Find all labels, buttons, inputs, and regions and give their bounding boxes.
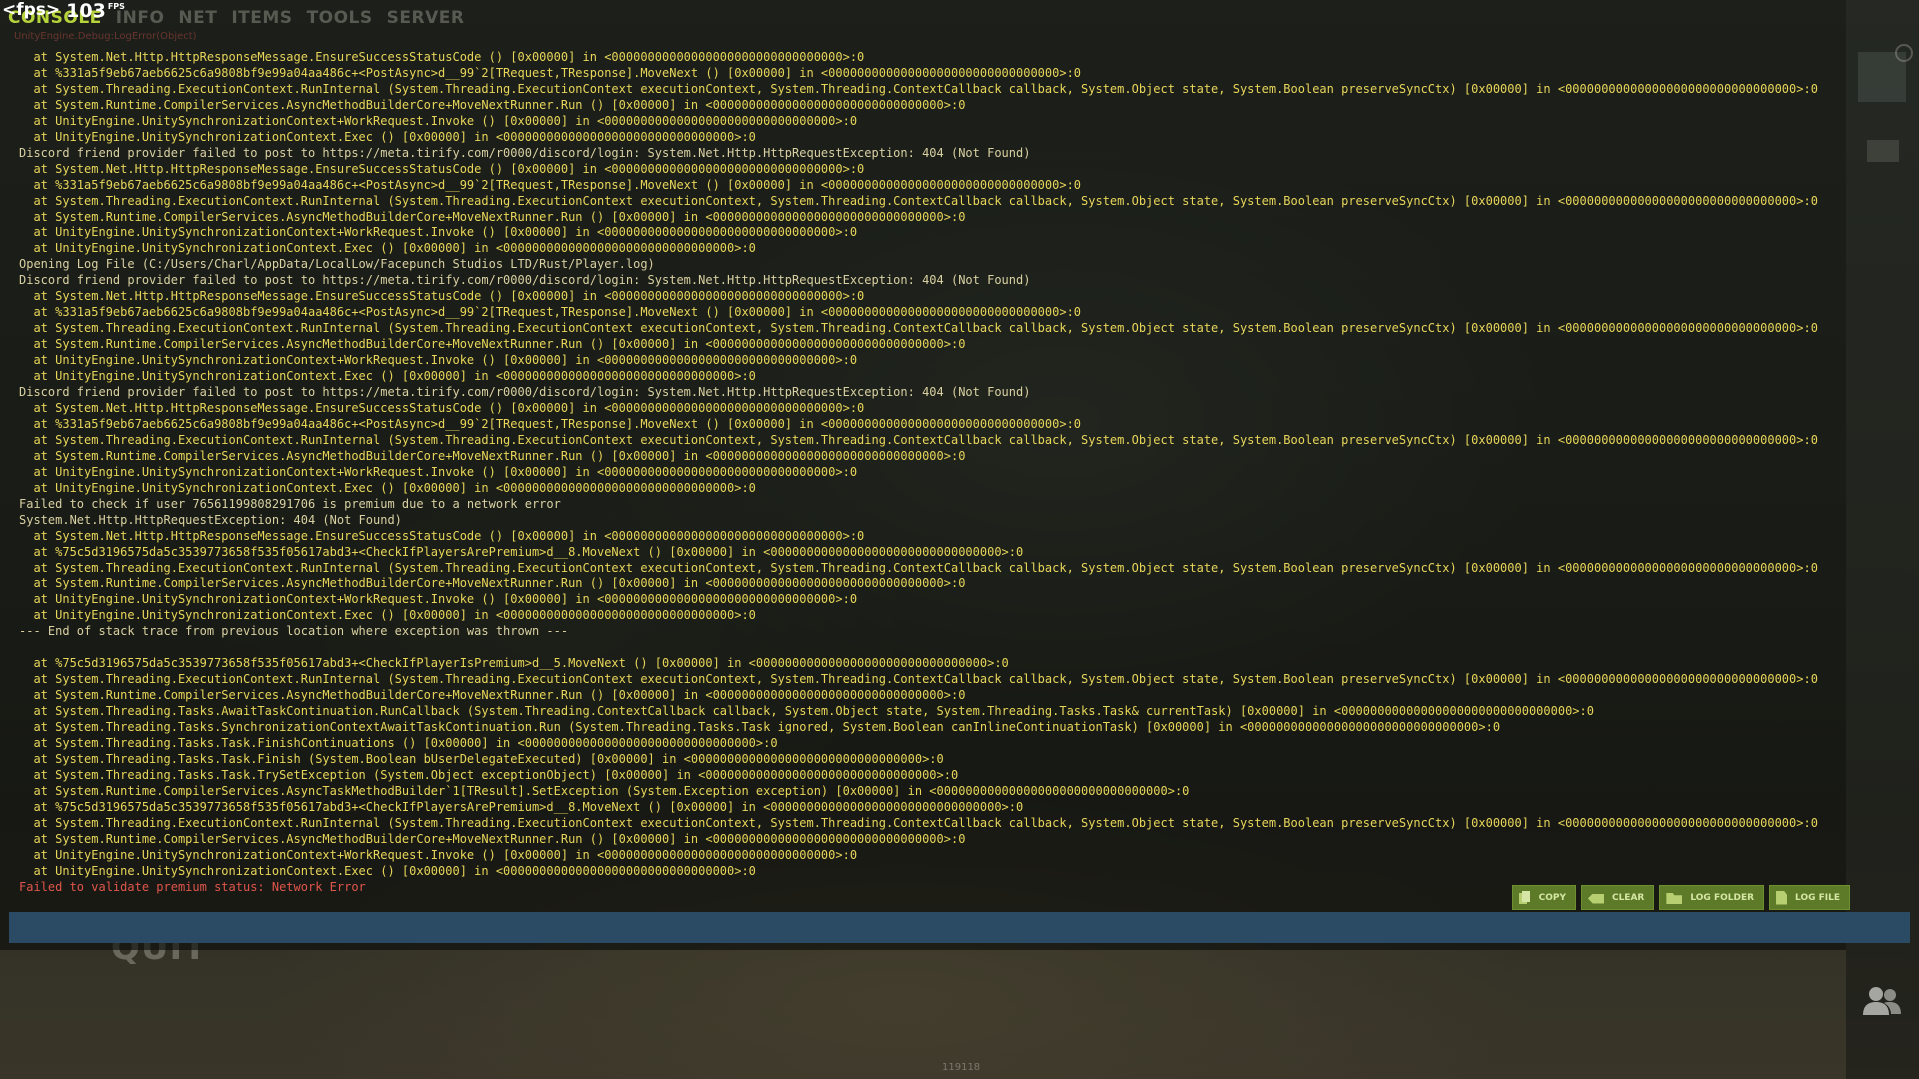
console-input-bar xyxy=(9,912,1910,943)
log-line: at System.Threading.ExecutionContext.Run… xyxy=(19,815,1818,830)
tab-net[interactable]: NET xyxy=(178,8,217,28)
log-line: at %331a5f9eb67aeb6625c6a9808bf9e99a04aa… xyxy=(19,416,1082,431)
log-line: at System.Threading.ExecutionContext.Run… xyxy=(19,193,1818,208)
mail-icon[interactable] xyxy=(1867,140,1899,162)
log-line: at UnityEngine.UnitySynchronizationConte… xyxy=(19,241,756,256)
log-line: Opening Log File (C:/Users/Charl/AppData… xyxy=(19,257,655,272)
ghost-line: UnityEngine.Debug:LogError(Object) xyxy=(14,31,197,42)
console-toolbar: COPY CLEAR LOG FOLDER LOG FILE xyxy=(1511,885,1850,910)
tab-items[interactable]: ITEMS xyxy=(231,8,292,28)
log-line: at System.Runtime.CompilerServices.Async… xyxy=(19,97,966,112)
log-line: at %75c5d3196575da5c3539773658f535f05617… xyxy=(19,544,1024,559)
log-line: at System.Threading.ExecutionContext.Run… xyxy=(19,560,1818,575)
settings-icon[interactable] xyxy=(1895,44,1913,62)
log-line: Discord friend provider failed to post t… xyxy=(19,145,1031,160)
log-line: at System.Runtime.CompilerServices.Async… xyxy=(19,688,966,703)
friends-icon[interactable] xyxy=(1862,985,1902,1017)
file-icon xyxy=(1776,890,1788,905)
log-line: at System.Threading.ExecutionContext.Run… xyxy=(19,432,1818,447)
log-line: at %75c5d3196575da5c3539773658f535f05617… xyxy=(19,799,1024,814)
log-line: at System.Net.Http.HttpResponseMessage.E… xyxy=(19,50,865,64)
log-line: at %75c5d3196575da5c3539773658f535f05617… xyxy=(19,656,1009,671)
log-line: at UnityEngine.UnitySynchronizationConte… xyxy=(19,847,858,862)
log-line: at UnityEngine.UnitySynchronizationConte… xyxy=(19,113,858,128)
copy-button-label: COPY xyxy=(1538,892,1566,903)
copy-icon xyxy=(1518,890,1531,905)
log-line: at UnityEngine.UnitySynchronizationConte… xyxy=(19,592,858,607)
log-line: at System.Threading.Tasks.Task.FinishCon… xyxy=(19,735,778,750)
log-line: at %331a5f9eb67aeb6625c6a9808bf9e99a04aa… xyxy=(19,305,1082,320)
log-line: at UnityEngine.UnitySynchronizationConte… xyxy=(19,129,756,144)
log-line: Failed to check if user 7656119980829170… xyxy=(19,496,561,511)
log-file-button-label: LOG FILE xyxy=(1795,892,1840,903)
log-folder-button-label: LOG FOLDER xyxy=(1690,892,1755,903)
log-line: --- End of stack trace from previous loc… xyxy=(19,624,569,639)
folder-icon xyxy=(1666,893,1683,904)
log-line: at UnityEngine.UnitySynchronizationConte… xyxy=(19,225,858,240)
log-line: at UnityEngine.UnitySynchronizationConte… xyxy=(19,353,858,368)
log-line: at System.Net.Http.HttpResponseMessage.E… xyxy=(19,528,865,543)
clear-icon xyxy=(1587,893,1604,904)
log-line: at System.Runtime.CompilerServices.Async… xyxy=(19,831,966,846)
console-input[interactable] xyxy=(9,912,1910,943)
log-line: at System.Threading.Tasks.Synchronizatio… xyxy=(19,720,1501,735)
console-log[interactable]: at System.Net.Http.HttpResponseMessage.E… xyxy=(19,50,1839,896)
log-file-button[interactable]: LOG FILE xyxy=(1769,885,1850,910)
log-line: Discord friend provider failed to post t… xyxy=(19,273,1031,288)
log-line: at System.Net.Http.HttpResponseMessage.E… xyxy=(19,289,865,304)
log-line: at System.Net.Http.HttpResponseMessage.E… xyxy=(19,400,865,415)
log-folder-button[interactable]: LOG FOLDER xyxy=(1659,885,1765,910)
log-line: at System.Runtime.CompilerServices.Async… xyxy=(19,209,966,224)
log-line: at %331a5f9eb67aeb6625c6a9808bf9e99a04aa… xyxy=(19,177,1082,192)
log-line: at System.Threading.Tasks.AwaitTaskConti… xyxy=(19,704,1594,719)
log-line: at UnityEngine.UnitySynchronizationConte… xyxy=(19,369,756,384)
clear-button-label: CLEAR xyxy=(1611,892,1645,903)
fps-unit: FPS xyxy=(107,2,125,11)
log-line: at System.Runtime.CompilerServices.Async… xyxy=(19,337,966,352)
log-line: at System.Threading.ExecutionContext.Run… xyxy=(19,81,1818,96)
log-line: System.Net.Http.HttpRequestException: 40… xyxy=(19,512,402,527)
log-line: at System.Threading.Tasks.Task.Finish (S… xyxy=(19,751,944,766)
copy-button[interactable]: COPY xyxy=(1511,885,1576,910)
log-line: at System.Runtime.CompilerServices.Async… xyxy=(19,783,1190,798)
log-line: at System.Net.Http.HttpResponseMessage.E… xyxy=(19,161,865,176)
clear-button[interactable]: CLEAR xyxy=(1580,885,1655,910)
log-line: at UnityEngine.UnitySynchronizationConte… xyxy=(19,608,756,623)
fps-counter: <fps> 103 FPS xyxy=(2,0,125,22)
log-line: at System.Threading.ExecutionContext.Run… xyxy=(19,321,1818,336)
log-line: at UnityEngine.UnitySynchronizationConte… xyxy=(19,464,858,479)
log-line: Discord friend provider failed to post t… xyxy=(19,385,1031,400)
log-line: at System.Runtime.CompilerServices.Async… xyxy=(19,576,966,591)
log-line: at System.Threading.ExecutionContext.Run… xyxy=(19,672,1818,687)
background-log-ghost: UnityEngine.Debug:LogError(Object) xyxy=(14,30,197,43)
log-line: at UnityEngine.UnitySynchronizationConte… xyxy=(19,480,756,495)
log-line: at %331a5f9eb67aeb6625c6a9808bf9e99a04aa… xyxy=(19,65,1082,80)
log-line: at System.Runtime.CompilerServices.Async… xyxy=(19,448,966,463)
log-line: at UnityEngine.UnitySynchronizationConte… xyxy=(19,863,756,878)
friends-icon-glyph xyxy=(1863,987,1901,1015)
tab-tools[interactable]: TOOLS xyxy=(307,8,373,28)
fps-value: 103 xyxy=(66,0,106,22)
tab-server[interactable]: SERVER xyxy=(387,8,465,28)
fps-tag: <fps> xyxy=(2,0,61,20)
log-line: at System.Threading.Tasks.Task.TrySetExc… xyxy=(19,767,959,782)
build-number: 119118 xyxy=(942,1062,981,1073)
